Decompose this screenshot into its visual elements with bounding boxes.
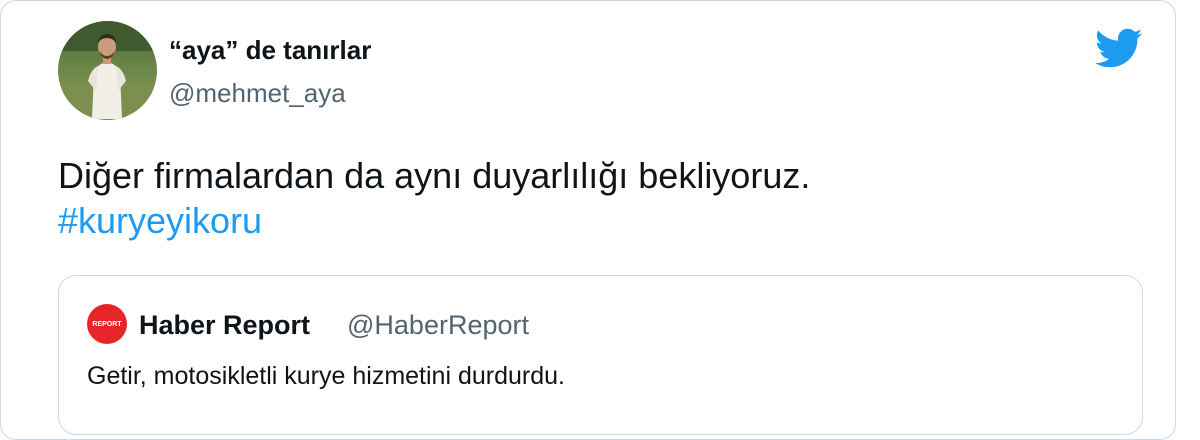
quoted-tweet[interactable]: REPORT Haber Report @HaberReport Getir, … — [58, 275, 1143, 435]
quoted-avatar-logo-text: REPORT — [92, 321, 122, 328]
tweet-body: Diğer firmalardan da aynı duyarlılığı be… — [58, 155, 811, 196]
twitter-bird-icon[interactable] — [1093, 27, 1143, 69]
tweet-card[interactable]: “aya” de tanırlar @mehmet_aya Diğer firm… — [0, 0, 1176, 440]
quoted-author-display-name[interactable]: Haber Report — [139, 308, 310, 342]
avatar-photo — [58, 21, 157, 120]
quoted-author-handle[interactable]: @HaberReport — [347, 308, 529, 342]
hashtag-link[interactable]: #kuryeyikoru — [58, 198, 1138, 243]
quoted-avatar[interactable]: REPORT — [87, 304, 127, 344]
tweet-text: Diğer firmalardan da aynı duyarlılığı be… — [58, 153, 1138, 243]
quoted-tweet-text: Getir, motosikletli kurye hizmetini durd… — [87, 362, 565, 390]
author-display-name[interactable]: “aya” de tanırlar — [169, 33, 371, 67]
avatar[interactable] — [58, 21, 157, 120]
author-handle[interactable]: @mehmet_aya — [169, 76, 346, 110]
